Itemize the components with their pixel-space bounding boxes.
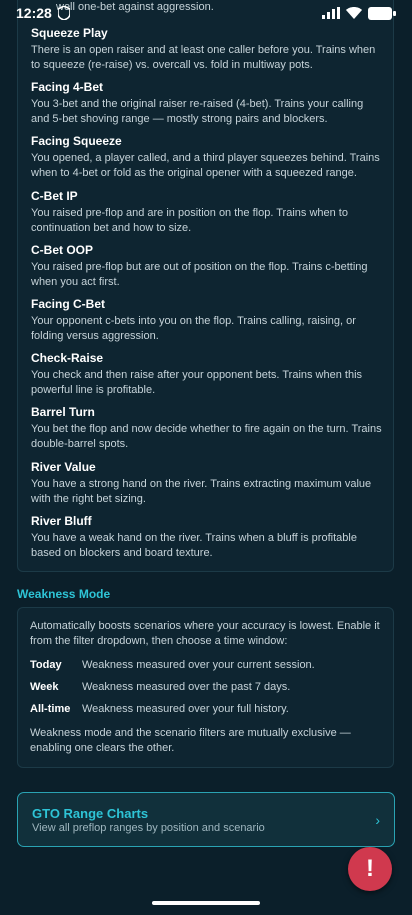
scenario-title: C-Bet IP: [31, 189, 78, 203]
scenario-title: Squeeze Play: [31, 26, 108, 40]
weakness-mode-card: Automatically boosts scenarios where you…: [17, 607, 394, 768]
status-bar: 12:28: [0, 0, 412, 26]
weakness-term: Today: [30, 659, 62, 671]
scenario-description: There is an open raiser and at least one…: [31, 44, 376, 71]
weakness-row-today: Today Weakness measured over your curren…: [30, 658, 382, 672]
scenario-description: You have a strong hand on the river. Tra…: [31, 478, 372, 505]
scenario-item: Squeeze Play There is an open raiser and …: [31, 26, 383, 73]
weakness-def: Weakness measured over your full history…: [82, 703, 289, 715]
scenario-description: You 3-bet and the original raiser re-rai…: [31, 98, 364, 125]
scenario-item: Barrel Turn You bet the flop and now deci…: [31, 405, 383, 452]
scenario-title: Facing C-Bet: [31, 297, 106, 311]
signal-icon: [322, 7, 340, 19]
scenario-item: Facing C-Bet Your opponent c-bets into yo…: [31, 297, 383, 344]
weakness-footer: Weakness mode and the scenario filters a…: [30, 727, 351, 754]
scenario-item: Facing 4-Bet You 3-bet and the original r…: [31, 80, 383, 127]
scenario-description: You bet the flop and now decide whether …: [31, 423, 382, 450]
gto-range-charts-button[interactable]: GTO Range Charts View all preflop ranges…: [17, 792, 395, 847]
weakness-term: Week: [30, 681, 59, 693]
scenario-list-card: Squeeze Play There is an open raiser and …: [17, 0, 394, 572]
weakness-def: Weakness measured over the past 7 days.: [82, 681, 291, 693]
scenario-title: Facing 4-Bet: [31, 80, 104, 94]
scenario-description: You have a weak hand on the river. Train…: [31, 532, 357, 559]
scenario-title: Barrel Turn: [31, 405, 95, 419]
weakness-term: All-time: [30, 703, 71, 715]
scenario-title: River Bluff: [31, 514, 92, 528]
weakness-intro: Automatically boosts scenarios where you…: [30, 620, 380, 647]
scenario-title: Facing Squeeze: [31, 134, 122, 148]
report-fab-button[interactable]: !: [348, 847, 392, 891]
weakness-row-all-time: All-time Weakness measured over your ful…: [30, 702, 382, 716]
gto-title: GTO Range Charts: [32, 806, 149, 821]
scenario-description: You raised pre-flop but are out of posit…: [31, 261, 368, 288]
scenario-item: River Bluff You have a weak hand on the r…: [31, 514, 383, 561]
weakness-def: Weakness measured over your current sess…: [82, 659, 315, 671]
scenario-item: Facing Squeeze You opened, a player calle…: [31, 134, 383, 181]
scenario-title: River Value: [31, 460, 96, 474]
scenario-item: Check-Raise You check and then raise afte…: [31, 351, 383, 398]
exclamation-icon: !: [366, 855, 374, 882]
scenario-description: You opened, a player called, and a third…: [31, 152, 380, 179]
scenario-description: Your opponent c-bets into you on the flo…: [31, 315, 356, 342]
scenario-description: You check and then raise after your oppo…: [31, 369, 363, 396]
chevron-right-icon: ›: [375, 812, 380, 828]
wifi-icon: [346, 7, 362, 19]
status-time: 12:28: [16, 5, 52, 21]
battery-icon: [368, 6, 396, 20]
gto-subtitle: View all preflop ranges by position and …: [32, 822, 265, 834]
home-indicator[interactable]: [152, 901, 260, 905]
scenario-title: Check-Raise: [31, 351, 104, 365]
location-icon: [57, 6, 70, 20]
scenario-item: C-Bet OOP You raised pre-flop but are out…: [31, 243, 383, 290]
weakness-mode-heading: Weakness Mode: [17, 587, 111, 601]
scenario-description: You raised pre-flop and are in position …: [31, 207, 348, 234]
weakness-row-week: Week Weakness measured over the past 7 d…: [30, 680, 382, 694]
scenario-title: C-Bet OOP: [31, 243, 94, 257]
scenario-item: River Value You have a strong hand on the…: [31, 460, 383, 507]
scenario-item: C-Bet IP You raised pre-flop and are in p…: [31, 189, 383, 236]
